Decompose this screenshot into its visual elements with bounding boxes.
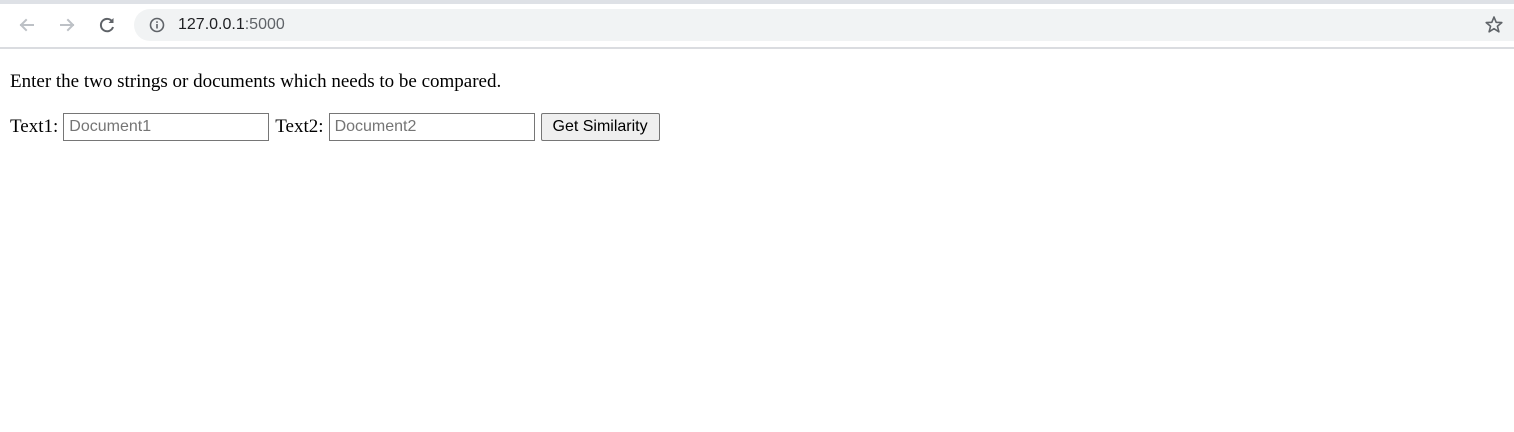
text1-label: Text1: (10, 116, 59, 137)
reload-button[interactable] (93, 11, 121, 39)
url-host: 127.0.0.1 (178, 16, 245, 33)
compare-form: Text1: Text2: Get Similarity (10, 113, 660, 141)
forward-arrow-icon (60, 18, 75, 32)
text2-label: Text2: (275, 116, 324, 137)
address-bar[interactable]: 127.0.0.1:5000 (134, 9, 1514, 41)
star-icon[interactable] (1484, 15, 1504, 35)
text2-input[interactable] (328, 113, 535, 141)
intro-text: Enter the two strings or documents which… (10, 71, 502, 92)
info-icon[interactable] (149, 17, 165, 33)
url-text[interactable]: 127.0.0.1:5000 (178, 16, 285, 34)
get-similarity-button[interactable]: Get Similarity (540, 113, 660, 141)
back-arrow-icon (19, 18, 34, 32)
page-content: Enter the two strings or documents which… (10, 70, 501, 94)
browser-toolbar: 127.0.0.1:5000 (0, 4, 1514, 49)
back-button[interactable] (13, 11, 41, 39)
text1-input[interactable] (63, 113, 270, 141)
url-port: :5000 (244, 16, 285, 33)
forward-button[interactable] (53, 11, 81, 39)
reload-icon (99, 17, 114, 33)
